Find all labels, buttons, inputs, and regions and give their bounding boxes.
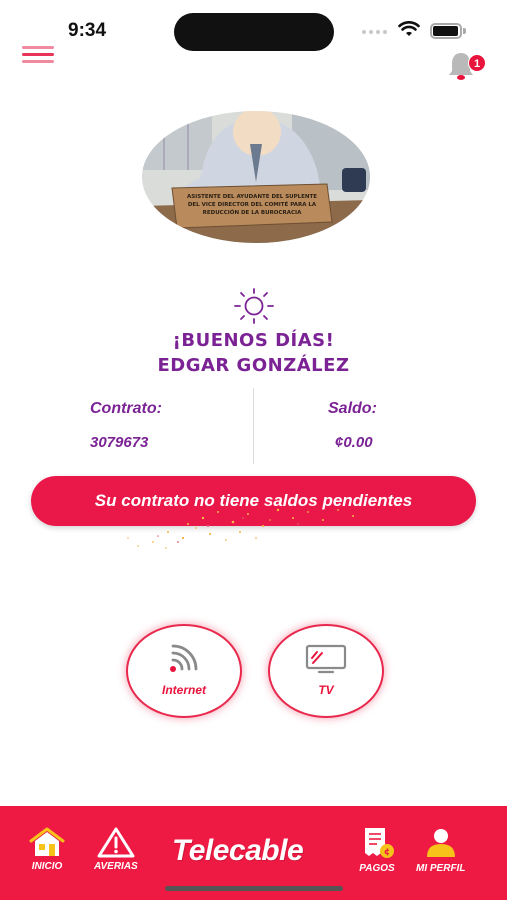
svg-text:DEL VICE DIRECTOR DEL COMITÉ P: DEL VICE DIRECTOR DEL COMITÉ PARA LA (188, 200, 317, 208)
tv-label: TV (318, 683, 334, 697)
nav-mi-perfil[interactable]: MI PERFIL (416, 826, 465, 874)
wifi-status-icon (398, 21, 420, 36)
greeting-line: ¡BUENOS DÍAS! (172, 330, 335, 351)
nav-pagos[interactable]: ¢ PAGOS (357, 826, 397, 874)
nav-mi-perfil-label: MI PERFIL (416, 863, 466, 874)
nav-averias-label: AVERIAS (94, 861, 138, 872)
svg-text:¢: ¢ (384, 848, 390, 858)
cartoon-bureaucrat-illustration: ASISTENTE DEL AYUDANTE DEL SUPLENTE DEL … (142, 111, 370, 243)
telecable-logo: Telecable (172, 834, 304, 867)
user-icon (426, 829, 455, 857)
sparkle-decoration (127, 508, 354, 549)
divider (253, 388, 254, 464)
status-bar: 9:34 (0, 0, 507, 60)
internet-service-button[interactable]: Internet (126, 624, 242, 718)
status-time: 9:34 (68, 20, 107, 41)
svg-text:ASISTENTE DEL AYUDANTE DEL SUP: ASISTENTE DEL AYUDANTE DEL SUPLENTE (187, 194, 317, 200)
internet-label: Internet (161, 683, 206, 697)
nav-averias[interactable]: AVERIAS (94, 826, 138, 872)
tv-service-button[interactable]: TV (268, 624, 384, 718)
warning-triangle-icon (97, 827, 135, 858)
balance-label: Saldo: (328, 400, 377, 417)
hamburger-menu-icon[interactable] (22, 44, 54, 66)
svg-text:REDUCCIÓN DE LA BUROCRACIA: REDUCCIÓN DE LA BUROCRACIA (203, 209, 302, 216)
nav-inicio[interactable]: INICIO (27, 826, 67, 872)
notification-badge: 1 (468, 54, 486, 72)
nav-pagos-label: PAGOS (359, 863, 395, 874)
cellular-signal-icon (362, 30, 387, 34)
contract-label: Contrato: (90, 400, 162, 417)
notifications-button[interactable]: 1 (444, 48, 486, 84)
dynamic-island (174, 13, 334, 51)
user-name: EDGAR GONZÁLEZ (157, 355, 350, 376)
receipt-icon: ¢ (365, 828, 394, 858)
nav-inicio-label: INICIO (31, 861, 63, 872)
wifi-signal-icon (170, 644, 198, 672)
home-indicator (165, 886, 343, 891)
battery-icon (430, 23, 466, 39)
home-icon (29, 827, 65, 856)
sun-icon (234, 288, 274, 324)
balance-value: ¢0.00 (335, 434, 373, 451)
television-icon (305, 644, 347, 674)
contract-value: 3079673 (90, 434, 149, 451)
